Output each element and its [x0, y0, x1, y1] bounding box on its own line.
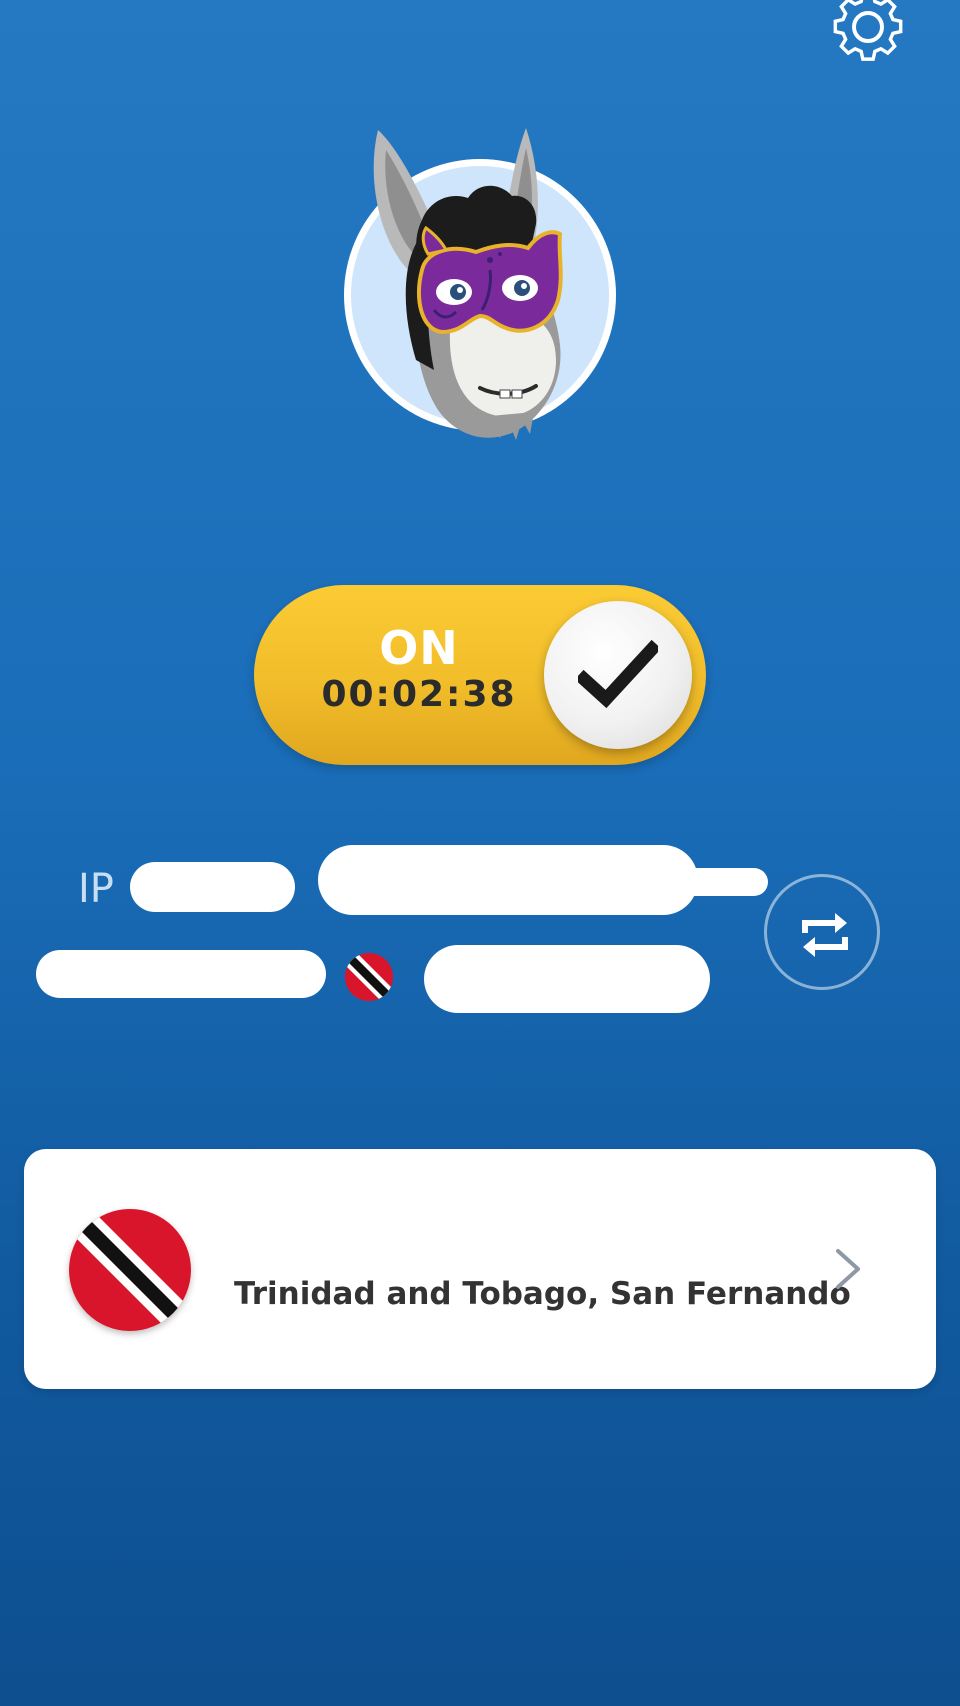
trinidad-and-tobago-flag-icon	[345, 953, 393, 1001]
connection-state-label: ON	[379, 621, 459, 675]
chevron-right-icon	[832, 1245, 864, 1297]
connection-status: ON 00:02:38	[294, 623, 544, 717]
connection-timer: 00:02:38	[321, 674, 517, 715]
ip-label: IP	[78, 866, 114, 912]
redacted-ip-part	[650, 868, 768, 896]
toggle-knob[interactable]	[544, 601, 692, 749]
avatar	[330, 120, 630, 460]
swap-arrows-icon	[802, 913, 848, 957]
gear-icon	[833, 0, 903, 61]
refresh-ip-button[interactable]	[764, 874, 880, 990]
settings-button[interactable]	[827, 0, 909, 68]
location-selector[interactable]: Trinidad and Tobago, San Fernando	[24, 1149, 936, 1389]
checkmark-icon	[578, 639, 658, 709]
redacted-location-part	[36, 950, 326, 998]
trinidad-and-tobago-flag-icon	[69, 1209, 191, 1331]
vpn-connection-toggle[interactable]: ON 00:02:38	[254, 585, 706, 765]
redacted-ip-part	[318, 845, 698, 915]
redacted-location-part	[424, 945, 710, 1013]
redacted-ip-part	[130, 862, 295, 912]
location-name: Trinidad and Tobago, San Fernando	[234, 1276, 851, 1312]
